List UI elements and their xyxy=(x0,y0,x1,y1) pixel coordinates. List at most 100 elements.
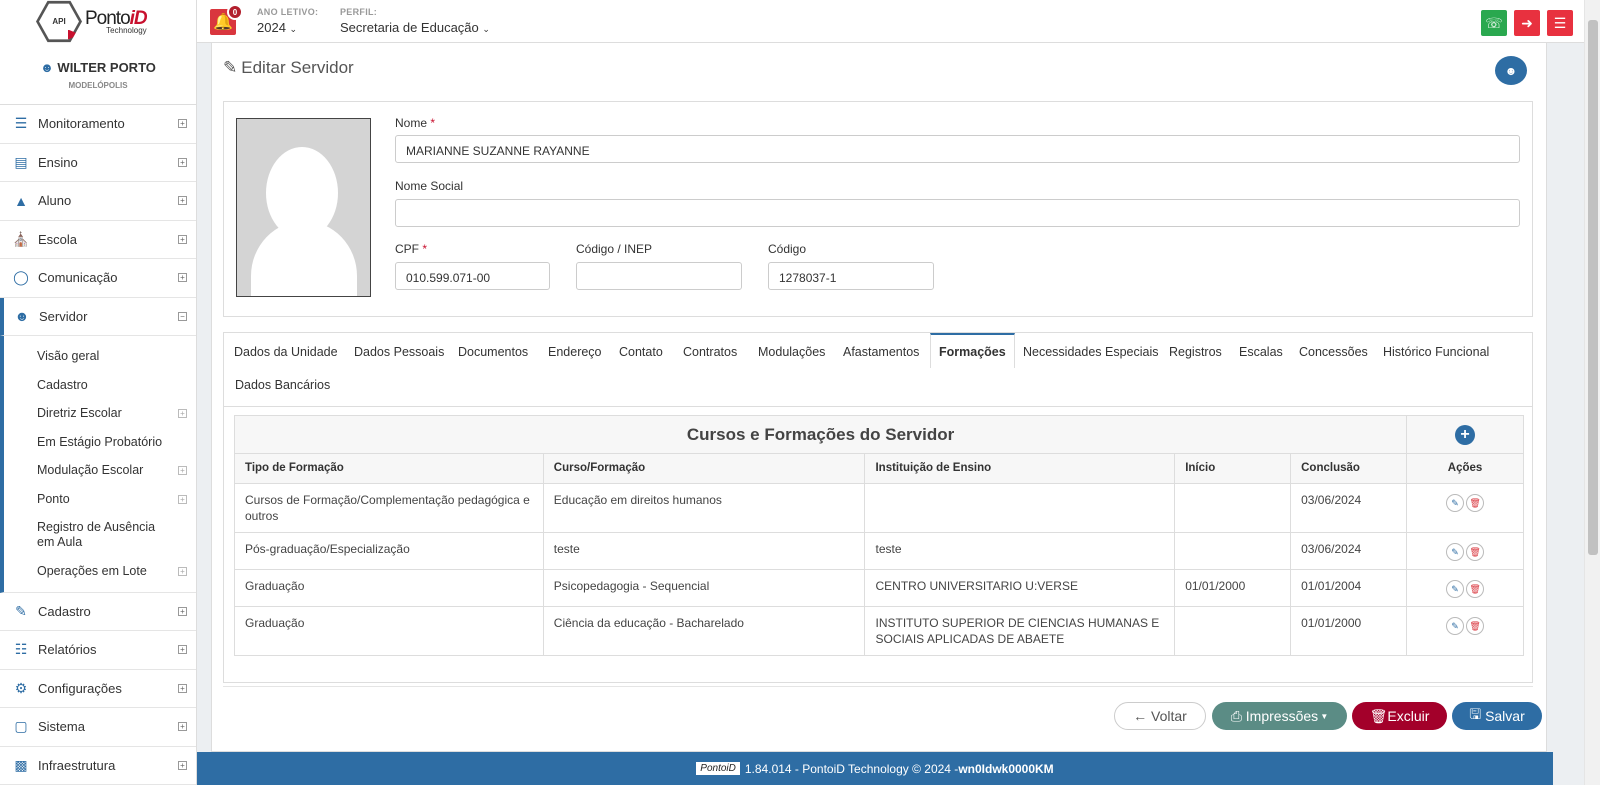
expand-icon: + xyxy=(178,273,187,282)
submenu-operacoes-lote[interactable]: Operações em Lote + xyxy=(37,557,196,586)
logout-button[interactable]: ➜ xyxy=(1514,10,1540,36)
trash-icon: 🗑 xyxy=(1469,621,1481,631)
sidebar: ☻ WILTER PORTO MODELÓPOLIS ☰ Monitorament… xyxy=(0,43,197,785)
expand-icon: + xyxy=(178,567,187,576)
tab-afastamentos[interactable]: Afastamentos xyxy=(843,345,919,359)
delete-row-button[interactable]: 🗑 xyxy=(1466,617,1485,635)
app-logo[interactable]: API PontoiD Technology xyxy=(0,0,197,43)
sidebar-item-monitoramento[interactable]: ☰ Monitoramento + xyxy=(0,105,196,144)
cpf-input[interactable]: 010.599.071-00 xyxy=(395,262,550,290)
excluir-button[interactable]: 🗑 Excluir xyxy=(1352,702,1447,730)
sidebar-item-ensino[interactable]: ▤ Ensino + xyxy=(0,144,196,182)
edit-icon: ✎ xyxy=(1451,547,1459,557)
sidebar-item-aluno[interactable]: ▲ Aluno + xyxy=(0,182,196,221)
tab-modulacoes[interactable]: Modulações xyxy=(758,345,825,359)
edit-icon: ✎ xyxy=(223,58,238,77)
submenu-modulacao-escolar[interactable]: Modulação Escolar + xyxy=(37,456,196,485)
print-icon: ⎙ xyxy=(1230,707,1246,724)
edit-row-button[interactable]: ✎ xyxy=(1446,543,1465,561)
ano-letivo-selector[interactable]: ANO LETIVO: 2024 ⌄ xyxy=(257,7,318,35)
notifications-button[interactable]: 🔔 0 xyxy=(210,4,243,35)
menu-button[interactable]: ☰ xyxy=(1547,10,1573,36)
nome-social-input[interactable] xyxy=(395,199,1520,227)
sidebar-item-relatorios[interactable]: ☷ Relatórios + xyxy=(0,631,196,670)
main-content: ✎ Editar Servidor ☻ Nome * MARIANNE SUZAN… xyxy=(211,43,1547,752)
table-row: Cursos de Formação/Complementação pedagó… xyxy=(234,483,1524,533)
table-cell: Psicopedagogia - Sequencial xyxy=(542,569,866,607)
submenu-visao-geral[interactable]: Visão geral xyxy=(37,342,196,371)
perfil-selector[interactable]: PERFIL: Secretaria de Educação ⌄ xyxy=(340,7,490,35)
book-icon: ▤ xyxy=(14,153,28,170)
salvar-button[interactable]: 🖫 Salvar xyxy=(1452,702,1542,730)
edit-row-button[interactable]: ✎ xyxy=(1446,580,1465,598)
sidebar-item-infraestrutura[interactable]: ▩ Infraestrutura + xyxy=(0,747,196,785)
user-profile-button[interactable]: ☻ xyxy=(1495,56,1527,85)
delete-row-button[interactable]: 🗑 xyxy=(1466,543,1485,561)
plus-icon: + xyxy=(1460,425,1470,443)
table-cell xyxy=(1174,606,1292,656)
submenu-cadastro[interactable]: Cadastro xyxy=(37,371,196,400)
sidebar-item-sistema[interactable]: ▢ Sistema + xyxy=(0,708,196,747)
table-cell: 03/06/2024 xyxy=(1290,532,1408,570)
tab-escalas[interactable]: Escalas xyxy=(1239,345,1283,359)
submenu-ponto[interactable]: Ponto + xyxy=(37,485,196,514)
whatsapp-icon: ☏ xyxy=(1485,14,1503,31)
submenu-registro-ausencia[interactable]: Registro de Ausência em Aula xyxy=(37,513,196,557)
impressoes-button[interactable]: ⎙ Impressões ▼ xyxy=(1212,702,1347,730)
tab-contato[interactable]: Contato xyxy=(619,345,663,359)
edit-row-button[interactable]: ✎ xyxy=(1446,494,1465,512)
user-panel: ☻ WILTER PORTO MODELÓPOLIS xyxy=(0,43,196,105)
tab-necessidades-especiais[interactable]: Necessidades Especiais xyxy=(1023,345,1159,359)
tab-contratos[interactable]: Contratos xyxy=(683,345,737,359)
table-cell: INSTITUTO SUPERIOR DE CIENCIAS HUMANAS E… xyxy=(864,606,1176,656)
tab-dados-bancarios[interactable]: Dados Bancários xyxy=(235,378,330,392)
edit-icon: ✎ xyxy=(1451,621,1459,631)
nome-input[interactable]: MARIANNE SUZANNE RAYANNE xyxy=(395,135,1520,163)
tab-registros[interactable]: Registros xyxy=(1169,345,1222,359)
tab-historico-funcional[interactable]: Histórico Funcional xyxy=(1383,345,1489,359)
table-row: Pós-graduação/Especialização teste teste… xyxy=(234,532,1524,570)
top-bar: 🔔 0 ANO LETIVO: 2024 ⌄ PERFIL: Secretari… xyxy=(197,0,1600,43)
add-formacao-button[interactable]: + xyxy=(1455,424,1476,445)
edit-row-button[interactable]: ✎ xyxy=(1446,617,1465,635)
gear-icon: ⚙ xyxy=(14,679,28,696)
sidebar-item-escola[interactable]: ⛪ Escola + xyxy=(0,221,196,259)
sidebar-item-comunicacao[interactable]: ◯ Comunicação + xyxy=(0,259,196,298)
submenu-diretriz-escolar[interactable]: Diretriz Escolar + xyxy=(37,399,196,428)
table-cell: 01/01/2000 xyxy=(1174,569,1292,607)
tab-documentos[interactable]: Documentos xyxy=(458,345,528,359)
sidebar-item-servidor[interactable]: ☻ Servidor − xyxy=(0,297,196,336)
table-caption: Cursos e Formações do Servidor xyxy=(233,415,1408,454)
hamburger-icon: ☰ xyxy=(1553,14,1567,31)
tab-endereco[interactable]: Endereço xyxy=(548,345,602,359)
ano-letivo-value: 2024 xyxy=(257,20,286,35)
table-cell: teste xyxy=(864,532,1176,570)
delete-row-button[interactable]: 🗑 xyxy=(1466,580,1485,598)
tab-dados-pessoais[interactable]: Dados Pessoais xyxy=(354,345,444,359)
delete-row-button[interactable]: 🗑 xyxy=(1466,494,1485,512)
voltar-button[interactable]: ← Voltar xyxy=(1114,702,1206,730)
bank-icon: ⛪ xyxy=(12,230,30,247)
tab-formacoes[interactable]: Formações xyxy=(930,333,1015,368)
tab-concessoes[interactable]: Concessões xyxy=(1299,345,1368,359)
codigo-input[interactable]: 1278037-1 xyxy=(768,262,934,290)
perfil-value: Secretaria de Educação xyxy=(340,20,479,35)
servidor-photo[interactable] xyxy=(236,118,371,297)
table-cell: CENTRO UNIVERSITARIO U:VERSE xyxy=(864,569,1176,607)
sidebar-item-cadastro[interactable]: ✎ Cadastro + xyxy=(0,593,196,631)
tab-dados-unidade[interactable]: Dados da Unidade xyxy=(234,345,338,359)
page-scrollbar[interactable] xyxy=(1584,0,1600,785)
table-cell: 01/01/2000 xyxy=(1290,606,1408,656)
servidor-form: Nome * MARIANNE SUZANNE RAYANNE Nome Soc… xyxy=(223,101,1533,317)
cpf-label: CPF * xyxy=(395,242,428,256)
submenu-estagio-probatorio[interactable]: Em Estágio Probatório xyxy=(37,428,196,457)
save-icon: 🖫 xyxy=(1469,706,1486,722)
table-row: Graduação Psicopedagogia - Sequencial CE… xyxy=(234,569,1524,607)
building-icon: ▩ xyxy=(14,756,28,773)
sidebar-item-configuracoes[interactable]: ⚙ Configurações + xyxy=(0,670,196,708)
divider xyxy=(223,686,1533,687)
footer-code: wn0Idwk0000KM xyxy=(958,761,1054,776)
formacoes-panel: Cursos e Formações do Servidor + Tipo de… xyxy=(223,406,1533,683)
inep-input[interactable] xyxy=(576,262,742,290)
whatsapp-button[interactable]: ☏ xyxy=(1481,10,1507,36)
